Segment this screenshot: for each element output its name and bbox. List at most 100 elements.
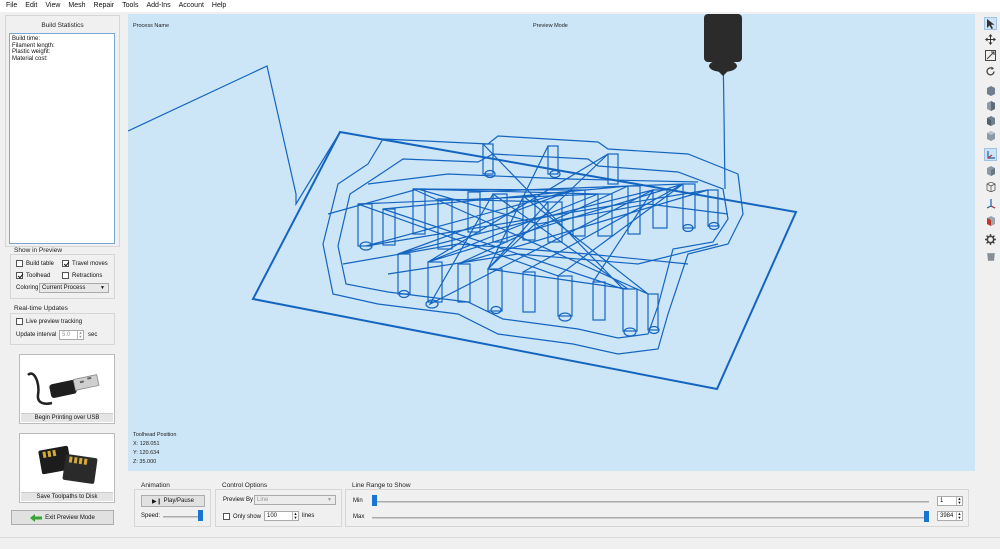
- toolhead-label: Toolhead: [26, 272, 51, 279]
- retractions-box[interactable]: [62, 272, 69, 279]
- save-toolpaths-card[interactable]: Save Toolpaths to Disk: [19, 433, 115, 503]
- menu-mesh[interactable]: Mesh: [64, 0, 89, 12]
- select-tool[interactable]: [984, 17, 997, 30]
- max-label: Max: [353, 514, 365, 520]
- rotate-tool[interactable]: [984, 65, 997, 78]
- exit-preview-button[interactable]: Exit Preview Mode: [11, 510, 114, 525]
- update-interval-spinbox[interactable]: 5.0 ▲ ▼: [59, 330, 84, 340]
- spin-arrows-icon: ▲ ▼: [77, 330, 83, 339]
- sd-card-icon: [38, 445, 98, 484]
- build-statistics-text[interactable]: Build time: Filament length: Plastic wei…: [9, 33, 115, 244]
- axis-z-icon: [986, 198, 995, 209]
- toolhead-position-title: Toolhead Position: [133, 432, 177, 438]
- gear-icon: [985, 234, 996, 245]
- spin-arrows-icon: ▲ ▼: [956, 511, 962, 520]
- coloring-select[interactable]: Current Process ▼: [39, 283, 109, 293]
- wireframe-cube-icon: [986, 181, 995, 192]
- play-pause-icon: ▶❙: [151, 498, 162, 505]
- toolhead-checkbox[interactable]: Toolhead: [16, 272, 50, 279]
- toolhead-position: Toolhead Position X: 128.051 Y: 120.634 …: [133, 431, 176, 467]
- section-button[interactable]: [984, 214, 997, 227]
- spin-arrows-icon: ▲ ▼: [292, 511, 298, 520]
- max-spinbox[interactable]: 3984 ▲ ▼: [937, 511, 963, 521]
- menu-account[interactable]: Account: [175, 0, 208, 12]
- usb-cable-icon: [27, 372, 100, 405]
- menu-help[interactable]: Help: [208, 0, 230, 12]
- move-tool[interactable]: [984, 33, 997, 46]
- axes-button[interactable]: [984, 148, 997, 161]
- stat-material-cost: Material cost:: [12, 55, 48, 62]
- menu-addins[interactable]: Add-Ins: [142, 0, 174, 12]
- play-pause-label: Play/Pause: [163, 498, 194, 504]
- menu-tools[interactable]: Tools: [118, 0, 142, 12]
- menu-bar: File Edit View Mesh Repair Tools Add-Ins…: [0, 0, 1000, 12]
- update-interval-unit: sec: [88, 332, 98, 338]
- spin-arrows-icon: ▲ ▼: [956, 496, 962, 505]
- min-spinbox[interactable]: 1 ▲ ▼: [937, 496, 963, 506]
- view-back-button[interactable]: [984, 99, 997, 112]
- view-front-button[interactable]: [984, 84, 997, 97]
- speed-slider-track[interactable]: [163, 516, 203, 518]
- bin-button[interactable]: [984, 249, 997, 262]
- scale-icon: [985, 50, 996, 61]
- max-value: 3984: [940, 513, 954, 519]
- max-slider-handle[interactable]: [924, 511, 929, 522]
- realtime-title: Real-time Updates: [14, 305, 68, 312]
- view-right-button[interactable]: [984, 129, 997, 142]
- only-show-spinbox[interactable]: 100 ▲ ▼: [264, 511, 299, 521]
- toolhead-box[interactable]: [16, 272, 23, 279]
- preview-viewport[interactable]: Process Name Preview Mode Toolhead Posit…: [128, 14, 975, 471]
- build-table-label: Build table: [26, 260, 55, 267]
- only-show-checkbox[interactable]: Only show: [223, 513, 261, 520]
- view-left-icon: [986, 115, 995, 126]
- scale-tool[interactable]: [984, 49, 997, 62]
- chevron-down-icon: ▼: [327, 497, 332, 503]
- coloring-value: Current Process: [42, 285, 86, 291]
- update-interval-value: 5.0: [62, 332, 71, 338]
- view-back-icon: [986, 100, 995, 111]
- right-toolbar: [981, 14, 1000, 274]
- view-right-icon: [986, 130, 995, 141]
- menu-file[interactable]: File: [2, 0, 21, 12]
- travel-moves-box[interactable]: [62, 260, 69, 267]
- live-preview-label: Live preview tracking: [26, 318, 83, 325]
- live-preview-box[interactable]: [16, 318, 23, 325]
- min-slider-track[interactable]: [372, 501, 929, 503]
- menu-edit[interactable]: Edit: [21, 0, 41, 12]
- menu-repair[interactable]: Repair: [90, 0, 119, 12]
- animation-title: Animation: [141, 482, 170, 489]
- view-iso-icon: [986, 165, 995, 176]
- speed-label: Speed:: [141, 513, 161, 519]
- chevron-down-icon: ▼: [100, 285, 105, 291]
- toolhead-y: Y: 120.634: [133, 450, 160, 456]
- toolhead-nozzle-icon: [704, 14, 742, 76]
- line-range-title: Line Range to Show: [352, 482, 411, 489]
- view-iso-button[interactable]: [984, 164, 997, 177]
- play-pause-button[interactable]: ▶❙ Play/Pause: [141, 495, 205, 507]
- only-show-label: Only show: [233, 513, 262, 520]
- preview-by-select[interactable]: Line ▼: [254, 495, 336, 505]
- settings-button[interactable]: [984, 233, 997, 246]
- retractions-checkbox[interactable]: Retractions: [62, 272, 102, 279]
- min-label: Min: [353, 498, 363, 504]
- left-panel: Build Statistics Build time: Filament le…: [0, 13, 124, 533]
- min-slider-handle[interactable]: [372, 495, 377, 506]
- build-table-box[interactable]: [16, 260, 23, 267]
- toolpath-render: [128, 14, 798, 391]
- travel-moves-label: Travel moves: [72, 260, 108, 267]
- toolhead-x: X: 128.051: [133, 441, 160, 447]
- wireframe-button[interactable]: [984, 180, 997, 193]
- only-show-box[interactable]: [223, 513, 230, 520]
- build-table-checkbox[interactable]: Build table: [16, 260, 54, 267]
- speed-slider-handle[interactable]: [198, 510, 203, 521]
- preview-by-label: Preview By: [223, 497, 254, 503]
- save-toolpaths-label: Save Toolpaths to Disk: [21, 492, 113, 501]
- live-preview-checkbox[interactable]: Live preview tracking: [16, 318, 82, 325]
- travel-moves-checkbox[interactable]: Travel moves: [62, 260, 108, 267]
- view-left-button[interactable]: [984, 114, 997, 127]
- line-range-group: [345, 489, 969, 527]
- max-slider-track[interactable]: [372, 517, 929, 519]
- usb-print-card[interactable]: Begin Printing over USB: [19, 354, 115, 424]
- axis-z-button[interactable]: [984, 197, 997, 210]
- menu-view[interactable]: View: [41, 0, 64, 12]
